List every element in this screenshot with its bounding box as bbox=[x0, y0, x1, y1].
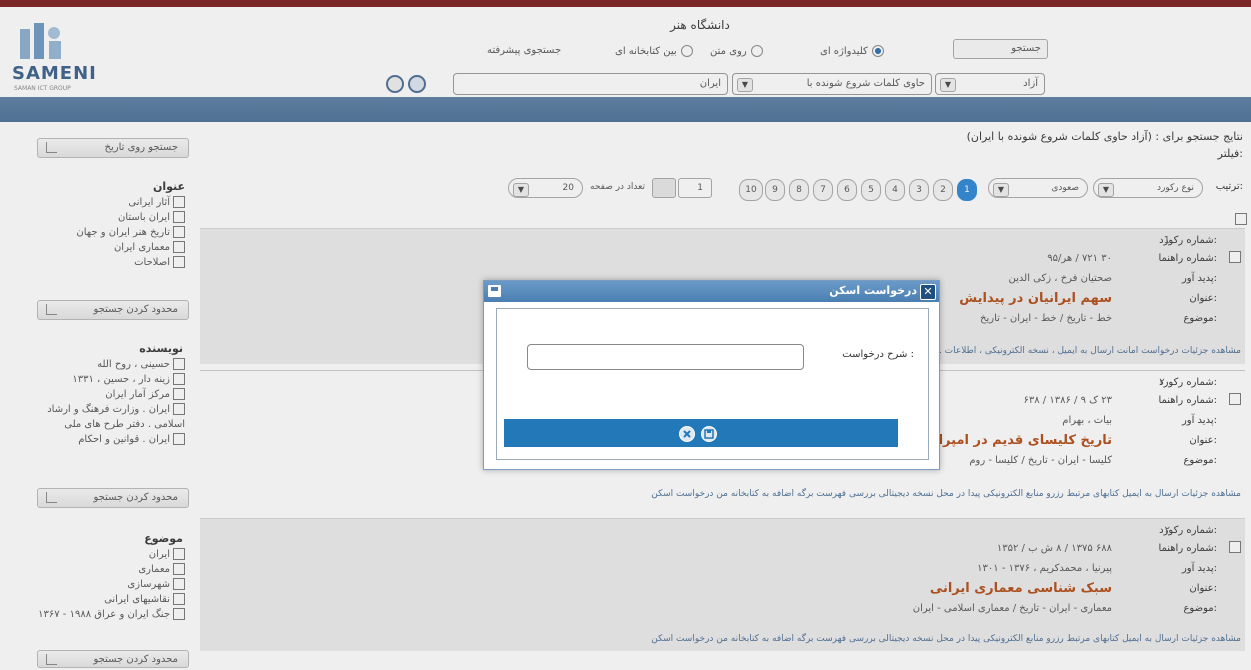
window-icon bbox=[488, 285, 501, 297]
request-description-input[interactable] bbox=[527, 344, 804, 370]
cancel-icon bbox=[683, 430, 691, 438]
close-button[interactable]: ✕ bbox=[920, 284, 936, 300]
dialog-title: درخواست اسکن bbox=[829, 284, 917, 297]
dialog-action-bar bbox=[504, 419, 898, 447]
save-icon bbox=[704, 429, 714, 439]
save-button[interactable] bbox=[701, 426, 717, 442]
scan-request-dialog: درخواست اسکن ✕ شرح درخواست : bbox=[483, 280, 940, 470]
request-description-label: شرح درخواست : bbox=[842, 349, 914, 360]
cancel-button[interactable] bbox=[679, 426, 695, 442]
dialog-titlebar: درخواست اسکن ✕ bbox=[484, 281, 939, 302]
